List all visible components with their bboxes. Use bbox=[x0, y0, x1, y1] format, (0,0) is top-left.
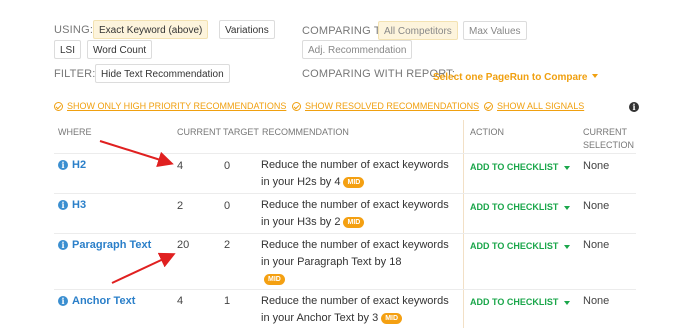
red-arrow-annotation bbox=[111, 252, 176, 284]
recommendation-text: Reduce the number of exact keywords in yo… bbox=[261, 199, 449, 228]
compare-max-values-button[interactable]: Max Values bbox=[463, 21, 527, 40]
target-value: 0 bbox=[224, 200, 231, 212]
info-icon: i bbox=[58, 160, 68, 171]
header-current-selection-line1: CURRENT bbox=[583, 127, 627, 137]
add-to-checklist-button[interactable]: ADD TO CHECKLIST bbox=[470, 297, 571, 307]
check-circle-icon bbox=[292, 101, 301, 111]
info-icon[interactable]: i bbox=[629, 102, 639, 112]
header-action: ACTION bbox=[470, 127, 505, 137]
chevron-down-icon bbox=[564, 165, 571, 170]
chevron-down-icon bbox=[564, 300, 571, 305]
priority-badge: MID bbox=[264, 273, 285, 285]
target-value: 2 bbox=[224, 239, 231, 251]
target-value: 0 bbox=[224, 160, 231, 172]
info-icon: i bbox=[58, 240, 68, 251]
target-value: 1 bbox=[224, 295, 231, 307]
using-label: USING: bbox=[54, 24, 94, 36]
filter-high-priority-label: SHOW ONLY HIGH PRIORITY RECOMMENDATIONS bbox=[67, 101, 287, 111]
filter-all-signals-link[interactable]: SHOW ALL SIGNALS bbox=[484, 101, 584, 111]
hide-text-recommendation-button[interactable]: Hide Text Recommendation bbox=[95, 64, 230, 83]
header-current: CURRENT bbox=[177, 127, 221, 137]
current-value: 2 bbox=[177, 200, 184, 212]
compare-all-competitors-button[interactable]: All Competitors bbox=[378, 21, 458, 40]
row-divider bbox=[54, 233, 636, 234]
report-select-value: Select one PageRun to Compare bbox=[433, 72, 588, 83]
header-divider bbox=[54, 153, 636, 154]
red-arrow-annotation bbox=[99, 140, 174, 168]
header-current-selection-line2: SELECTION bbox=[583, 140, 635, 150]
row-divider bbox=[54, 193, 636, 194]
add-to-checklist-button[interactable]: ADD TO CHECKLIST bbox=[470, 241, 571, 251]
current-value: 4 bbox=[177, 295, 184, 307]
using-word-count-button[interactable]: Word Count bbox=[87, 40, 153, 59]
where-link-h2[interactable]: i H2 bbox=[58, 159, 86, 171]
priority-badge: MID bbox=[343, 216, 365, 228]
using-exact-keyword-button[interactable]: Exact Keyword (above) bbox=[93, 20, 209, 39]
current-selection-value: None bbox=[583, 239, 610, 251]
recommendation-text: Reduce the number of exact keywords in yo… bbox=[261, 239, 449, 285]
current-value: 4 bbox=[177, 160, 184, 172]
header-target: TARGET bbox=[223, 127, 259, 137]
current-selection-value: None bbox=[583, 160, 610, 172]
priority-badge: MID bbox=[381, 312, 403, 324]
filter-all-signals-label: SHOW ALL SIGNALS bbox=[497, 101, 585, 111]
current-selection-value: None bbox=[583, 295, 610, 307]
add-to-checklist-button[interactable]: ADD TO CHECKLIST bbox=[470, 202, 571, 212]
chevron-down-icon bbox=[564, 205, 571, 210]
where-link-paragraph-text[interactable]: i Paragraph Text bbox=[58, 239, 151, 251]
priority-badge: MID bbox=[343, 176, 365, 188]
info-icon: i bbox=[58, 200, 68, 211]
header-recommendation: RECOMMENDATION bbox=[262, 127, 349, 137]
header-where: WHERE bbox=[58, 127, 92, 137]
info-icon: i bbox=[58, 296, 68, 307]
compare-adj-recommendation-button[interactable]: Adj. Recommendation bbox=[302, 40, 413, 59]
current-selection-value: None bbox=[583, 200, 610, 212]
current-value: 20 bbox=[177, 239, 190, 251]
using-variations-button[interactable]: Variations bbox=[219, 20, 275, 39]
chevron-down-icon bbox=[592, 73, 599, 78]
action-column-divider bbox=[463, 120, 464, 328]
add-to-checklist-button[interactable]: ADD TO CHECKLIST bbox=[470, 162, 571, 172]
filter-high-priority-link[interactable]: SHOW ONLY HIGH PRIORITY RECOMMENDATIONS bbox=[54, 101, 286, 111]
chevron-down-icon bbox=[564, 244, 571, 249]
using-lsi-button[interactable]: LSI bbox=[54, 40, 82, 59]
report-select-dropdown[interactable]: Select one PageRun to Compare bbox=[433, 67, 599, 85]
filter-label: FILTER: bbox=[54, 68, 96, 80]
check-circle-icon bbox=[484, 101, 493, 111]
where-link-h3[interactable]: i H3 bbox=[58, 199, 86, 211]
recommendation-text: Reduce the number of exact keywords in yo… bbox=[261, 159, 449, 188]
recommendation-text: Reduce the number of exact keywords in yo… bbox=[261, 295, 449, 324]
filter-resolved-link[interactable]: SHOW RESOLVED RECOMMENDATIONS bbox=[292, 101, 479, 111]
filter-resolved-label: SHOW RESOLVED RECOMMENDATIONS bbox=[305, 101, 480, 111]
check-circle-icon bbox=[54, 101, 63, 111]
where-link-anchor-text[interactable]: i Anchor Text bbox=[58, 295, 135, 307]
row-divider bbox=[54, 289, 636, 290]
